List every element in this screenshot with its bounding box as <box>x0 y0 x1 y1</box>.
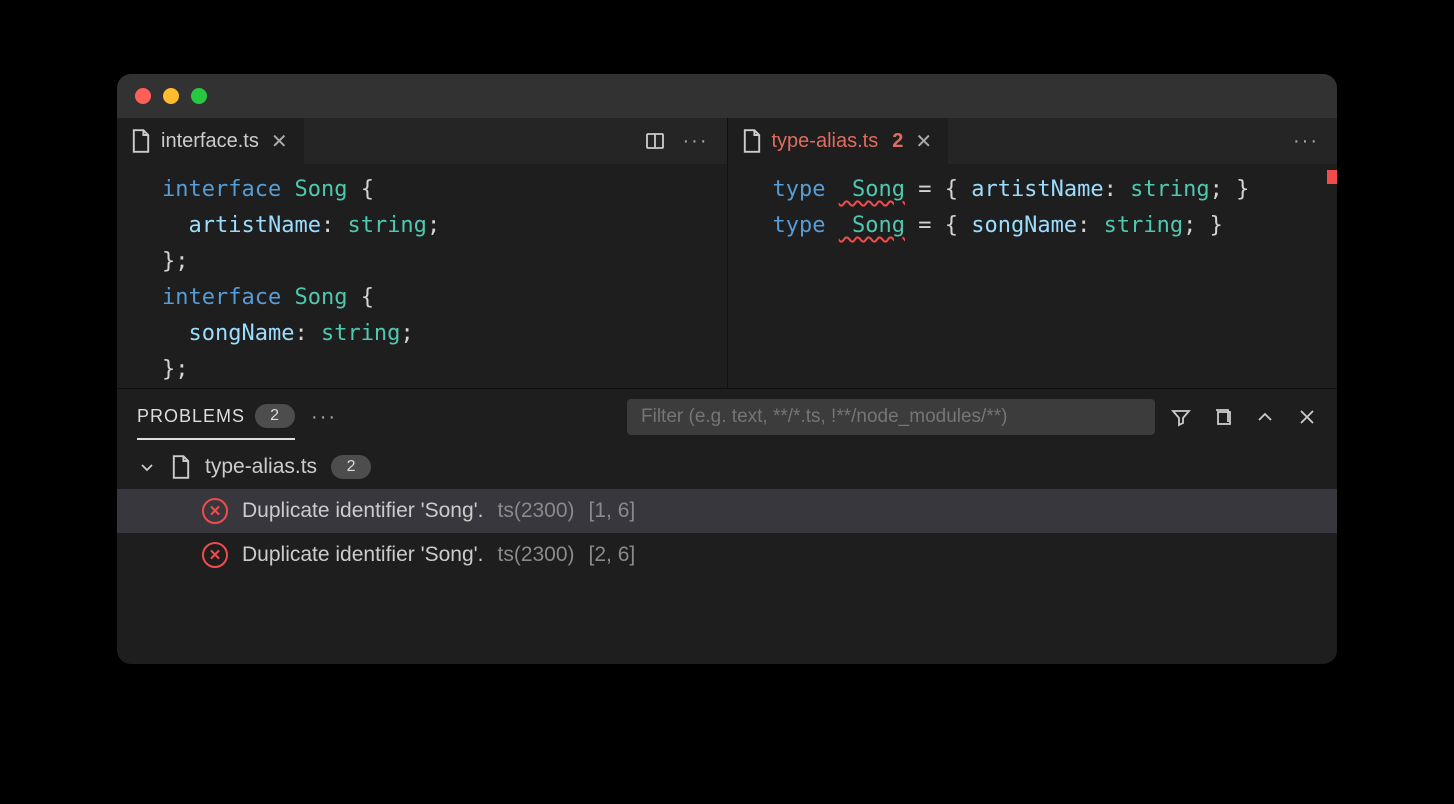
error-icon: ✕ <box>202 542 228 568</box>
panel-header: PROBLEMS 2 ··· <box>117 389 1337 445</box>
filter-icon[interactable] <box>1171 407 1191 427</box>
error-squiggle: Song <box>839 213 905 238</box>
problems-file-group[interactable]: type-alias.ts 2 <box>117 445 1337 489</box>
tab-bar-right: type-alias.ts 2 ✕ ··· <box>728 118 1338 164</box>
editor-actions-left: ··· <box>645 118 727 164</box>
code-editor-right[interactable]: type Song = { artistName: string; } type… <box>728 164 1338 388</box>
tab-type-alias-ts[interactable]: type-alias.ts 2 ✕ <box>728 118 949 164</box>
problems-file-name: type-alias.ts <box>205 455 317 479</box>
problems-count-badge: 2 <box>255 404 295 428</box>
code-editor-left[interactable]: interface Song { artistName: string; }; … <box>117 164 727 388</box>
traffic-close-button[interactable] <box>135 88 151 104</box>
file-icon <box>171 455 191 479</box>
problem-code: ts(2300) <box>498 499 575 523</box>
problems-filter-input[interactable] <box>627 399 1155 435</box>
panel-tab-problems[interactable]: PROBLEMS 2 <box>137 404 295 440</box>
tab-error-count: 2 <box>892 130 903 153</box>
problem-item[interactable]: ✕ Duplicate identifier 'Song'. ts(2300) … <box>117 489 1337 533</box>
file-icon <box>742 129 762 153</box>
vscode-window: interface.ts ✕ ··· interface Song { arti… <box>117 74 1337 664</box>
problem-message: Duplicate identifier 'Song'. <box>242 499 484 523</box>
editor-actions-right: ··· <box>1293 118 1337 164</box>
panel-action-icons <box>1171 407 1317 427</box>
traffic-zoom-button[interactable] <box>191 88 207 104</box>
chevron-up-icon[interactable] <box>1255 407 1275 427</box>
problem-location: [1, 6] <box>589 499 636 523</box>
problem-code: ts(2300) <box>498 543 575 567</box>
editor-left: interface.ts ✕ ··· interface Song { arti… <box>117 118 727 388</box>
tab-filename: type-alias.ts <box>772 130 879 153</box>
tab-interface-ts[interactable]: interface.ts ✕ <box>117 118 304 164</box>
more-actions-icon[interactable]: ··· <box>1293 130 1319 153</box>
tab-bar-left: interface.ts ✕ ··· <box>117 118 727 164</box>
tab-close-button[interactable]: ✕ <box>913 129 934 154</box>
panel-tab-label: PROBLEMS <box>137 406 245 427</box>
chevron-down-icon <box>137 457 157 477</box>
collapse-all-icon[interactable] <box>1213 407 1233 427</box>
traffic-minimize-button[interactable] <box>163 88 179 104</box>
overview-ruler-error <box>1327 170 1337 184</box>
split-editor-icon[interactable] <box>645 131 665 151</box>
tab-filename: interface.ts <box>161 130 259 153</box>
error-squiggle: Song <box>839 177 905 202</box>
problems-list: type-alias.ts 2 ✕ Duplicate identifier '… <box>117 445 1337 619</box>
problems-file-count: 2 <box>331 455 371 479</box>
close-panel-icon[interactable] <box>1297 407 1317 427</box>
titlebar <box>117 74 1337 118</box>
problem-message: Duplicate identifier 'Song'. <box>242 543 484 567</box>
more-actions-icon[interactable]: ··· <box>683 130 709 153</box>
panel-more-tabs-icon[interactable]: ··· <box>311 406 337 429</box>
file-icon <box>131 129 151 153</box>
problem-item[interactable]: ✕ Duplicate identifier 'Song'. ts(2300) … <box>117 533 1337 577</box>
bottom-panel: PROBLEMS 2 ··· type-alias.ts 2 ✕ D <box>117 388 1337 619</box>
editor-right: type-alias.ts 2 ✕ ··· type Song = { arti… <box>727 118 1338 388</box>
editor-group-container: interface.ts ✕ ··· interface Song { arti… <box>117 118 1337 388</box>
problem-location: [2, 6] <box>589 543 636 567</box>
tab-close-button[interactable]: ✕ <box>269 129 290 154</box>
error-icon: ✕ <box>202 498 228 524</box>
